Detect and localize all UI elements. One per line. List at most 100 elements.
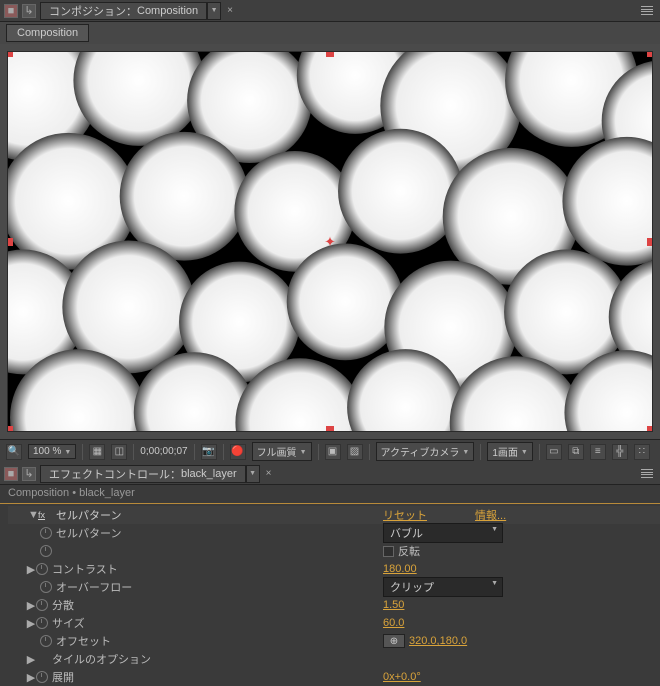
- param-row-tile: ▶ タイルのオプション: [8, 650, 660, 668]
- project-tab-icon[interactable]: ■: [4, 4, 18, 18]
- stopwatch-icon[interactable]: [40, 527, 52, 539]
- views-dropdown[interactable]: 1画面: [487, 442, 533, 461]
- camera-dropdown[interactable]: アクティブカメラ: [376, 442, 475, 461]
- pattern-dropdown[interactable]: バブル: [383, 523, 503, 543]
- views-value: 1画面: [492, 444, 518, 459]
- pixel-aspect-icon[interactable]: ▭: [546, 444, 562, 460]
- comp-tab[interactable]: コンポジション：Composition: [40, 2, 207, 20]
- region-handle[interactable]: [647, 51, 653, 57]
- param-row-size: ▶ サイズ 60.0: [8, 614, 660, 632]
- project-tab-icon[interactable]: ■: [4, 467, 18, 481]
- effects-breadcrumb: Composition • black_layer: [0, 485, 660, 503]
- crosshair-icon[interactable]: ⊕: [383, 634, 405, 648]
- offset-value[interactable]: 320.0,180.0: [409, 635, 467, 647]
- region-handle[interactable]: [647, 426, 653, 432]
- disclose-icon[interactable]: ▼: [28, 509, 38, 521]
- contrast-value[interactable]: 180.00: [383, 563, 417, 575]
- timecode[interactable]: 0;00;00;07: [140, 446, 187, 457]
- zoom-dropdown[interactable]: 100 %: [28, 444, 76, 459]
- stopwatch-icon[interactable]: [36, 671, 48, 683]
- param-row-invert: 反転: [8, 542, 660, 560]
- breadcrumb-layer: black_layer: [79, 487, 135, 499]
- anchor-point-icon[interactable]: ✦: [324, 233, 336, 250]
- fast-preview-icon[interactable]: ⧉: [568, 444, 584, 460]
- resolution-dropdown[interactable]: フル画質: [252, 442, 312, 461]
- transparency-icon[interactable]: ▨: [347, 444, 363, 460]
- composition-viewer[interactable]: ✦: [0, 44, 660, 439]
- flowchart-tab-icon[interactable]: ↳: [22, 4, 36, 18]
- effect-name: セルパターン: [56, 507, 121, 523]
- stopwatch-icon[interactable]: [40, 581, 52, 593]
- overflow-dropdown[interactable]: クリップ: [383, 577, 503, 597]
- comp-flowchart-icon[interactable]: ╬: [612, 444, 628, 460]
- panel-menu-icon[interactable]: [638, 4, 656, 18]
- mask-icon[interactable]: ◫: [111, 444, 127, 460]
- comp-tab-dropdown[interactable]: ▼: [207, 2, 221, 20]
- magnify-icon[interactable]: 🔍: [6, 444, 22, 460]
- param-label: 展開: [52, 669, 74, 685]
- size-value[interactable]: 60.0: [383, 617, 404, 629]
- resolution-value: フル画質: [257, 444, 297, 459]
- fx-badge[interactable]: fx: [38, 510, 52, 520]
- effects-panel-body: Composition • black_layer ▼ fx セルパターン リセ…: [0, 485, 660, 686]
- close-icon[interactable]: ×: [266, 468, 272, 479]
- param-label: サイズ: [52, 615, 85, 631]
- region-handle[interactable]: [7, 238, 13, 246]
- region-icon[interactable]: ▣: [325, 444, 341, 460]
- param-label: オーバーフロー: [56, 579, 132, 595]
- effects-tab[interactable]: エフェクトコントロール：black_layer: [40, 465, 246, 483]
- close-icon[interactable]: ×: [227, 5, 233, 16]
- param-row-offset: オフセット ⊕ 320.0,180.0: [8, 632, 660, 650]
- disclose-icon[interactable]: ▶: [26, 653, 36, 666]
- region-handle[interactable]: [647, 238, 653, 246]
- viewer-toolbar: 🔍 100 % ▦ ◫ 0;00;00;07 📷 🔴 フル画質 ▣ ▨ アクティ…: [0, 439, 660, 463]
- reset-link[interactable]: リセット: [383, 507, 427, 523]
- param-row-overflow: オーバーフロー クリップ: [8, 578, 660, 596]
- param-label: コントラスト: [52, 561, 118, 577]
- stopwatch-icon[interactable]: [36, 599, 48, 611]
- stopwatch-icon[interactable]: [36, 617, 48, 629]
- disclose-icon[interactable]: ▶: [26, 563, 36, 576]
- region-handle[interactable]: [7, 426, 13, 432]
- param-row-pattern: セルパターン バブル: [8, 524, 660, 542]
- stopwatch-icon[interactable]: [36, 563, 48, 575]
- effects-tab-dropdown[interactable]: ▼: [246, 465, 260, 483]
- param-row-evolution: ▶ 展開 0x+0.0°: [8, 668, 660, 686]
- panel-menu-icon[interactable]: [638, 467, 656, 481]
- comp-sub-row: Composition: [0, 22, 660, 44]
- param-label: セルパターン: [56, 525, 121, 541]
- zoom-value: 100 %: [33, 446, 61, 457]
- effects-panel-tabs: ■ ↳ エフェクトコントロール：black_layer ▼ ×: [0, 463, 660, 485]
- disclose-icon[interactable]: ▶: [26, 599, 36, 612]
- reveal-icon[interactable]: ∷: [634, 444, 650, 460]
- region-handle[interactable]: [326, 51, 334, 57]
- snapshot-icon[interactable]: 📷: [201, 444, 217, 460]
- param-label: オフセット: [56, 633, 111, 649]
- breadcrumb-comp: Composition: [8, 487, 69, 499]
- camera-value: アクティブカメラ: [381, 444, 460, 459]
- disclose-icon[interactable]: ▶: [26, 671, 36, 684]
- stopwatch-icon[interactable]: [40, 635, 52, 647]
- disclose-icon[interactable]: ▶: [26, 617, 36, 630]
- region-handle[interactable]: [7, 51, 13, 57]
- comp-tab-name: Composition: [137, 5, 198, 17]
- comp-tab-prefix: コンポジション：: [49, 3, 137, 19]
- dispersion-value[interactable]: 1.50: [383, 599, 404, 611]
- effect-header-row[interactable]: ▼ fx セルパターン リセット 情報...: [8, 506, 660, 524]
- info-link[interactable]: 情報...: [475, 507, 506, 523]
- invert-label: 反転: [398, 543, 420, 559]
- param-row-contrast: ▶ コントラスト 180.00: [8, 560, 660, 578]
- invert-checkbox[interactable]: [383, 546, 394, 557]
- param-label: タイルのオプション: [52, 651, 151, 667]
- channel-icon[interactable]: 🔴: [230, 444, 246, 460]
- comp-sub-tab[interactable]: Composition: [6, 24, 89, 42]
- stopwatch-icon[interactable]: [40, 545, 52, 557]
- param-row-dispersion: ▶ 分散 1.50: [8, 596, 660, 614]
- grid-icon[interactable]: ▦: [89, 444, 105, 460]
- effects-tab-prefix: エフェクトコントロール：: [49, 466, 181, 482]
- timeline-icon[interactable]: ≡: [590, 444, 606, 460]
- effects-tab-name: black_layer: [181, 468, 237, 480]
- region-handle[interactable]: [326, 426, 334, 432]
- evolution-value[interactable]: 0x+0.0°: [383, 671, 421, 683]
- flowchart-tab-icon[interactable]: ↳: [22, 467, 36, 481]
